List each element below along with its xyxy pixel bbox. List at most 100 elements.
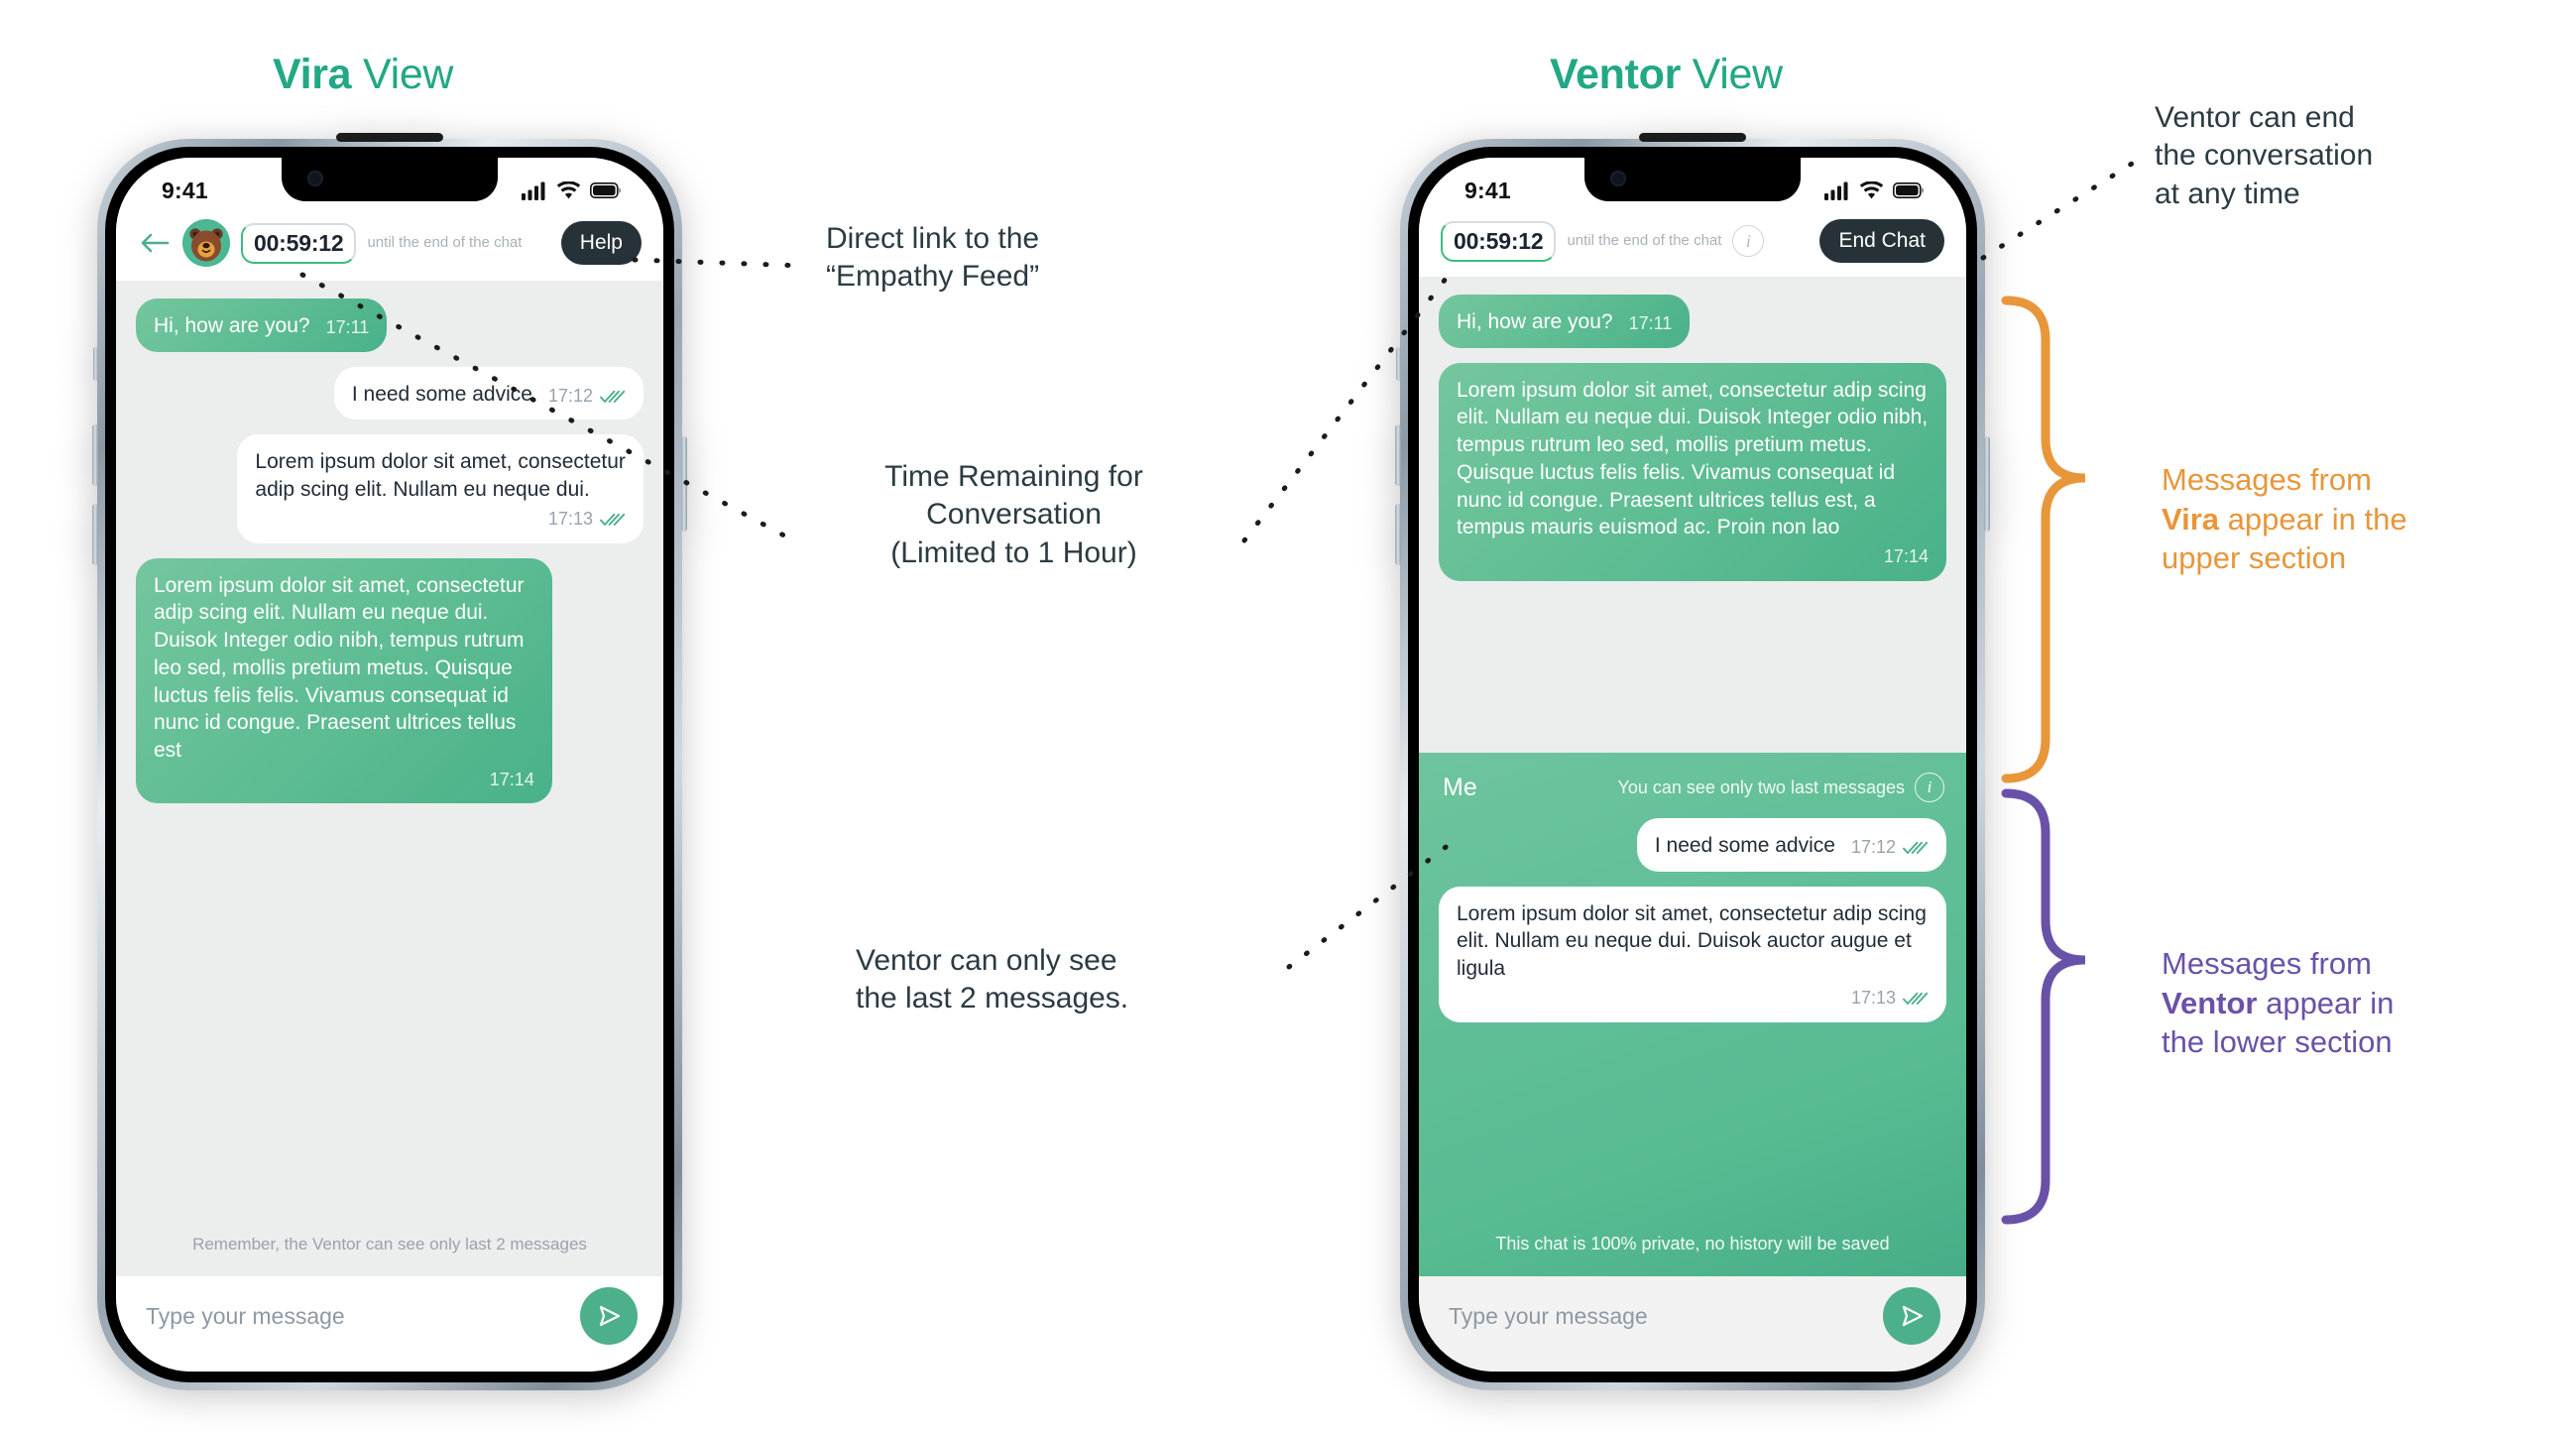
title-ventor-bold: Ventor <box>1550 51 1682 98</box>
page-title-ventor: Ventor View <box>1550 51 1783 99</box>
info-icon[interactable]: i <box>1732 225 1765 257</box>
phone-volume-up-button[interactable] <box>1395 424 1401 486</box>
phone-volume-down-button[interactable] <box>1395 504 1401 565</box>
message-meta: 17:14 <box>1457 545 1929 569</box>
cellular-signal-icon <box>522 181 545 200</box>
message-time: 17:14 <box>489 769 534 789</box>
message-text: I need some advice <box>1654 834 1835 857</box>
send-icon[interactable] <box>580 1287 638 1345</box>
chat-upper-section-vira-messages: Hi, how are you? 17:11 Lorem ipsum dolor… <box>1419 277 1966 753</box>
message-text: Lorem ipsum dolor sit amet, consectetur … <box>154 573 525 762</box>
message-meta: 17:13 <box>1457 987 1929 1011</box>
phone-speaker <box>336 133 443 142</box>
phone-screen-ventor: 9:41 00:59:12 until the end of the chat … <box>1419 158 1966 1372</box>
message-time: 17:13 <box>1850 987 1896 1008</box>
wifi-icon <box>1859 180 1884 198</box>
message-bubble: Lorem ipsum dolor sit amet, consectetur … <box>237 434 644 543</box>
message-input[interactable]: Type your message <box>1449 1303 1871 1330</box>
phone-volume-down-button[interactable] <box>92 504 98 565</box>
bear-avatar[interactable] <box>182 219 230 267</box>
message-meta: 17:11 <box>326 316 370 340</box>
read-receipt-double-check-icon <box>1903 992 1929 1006</box>
info-icon[interactable]: i <box>1915 773 1944 802</box>
message-bubble: Lorem ipsum dolor sit amet, consectetur … <box>136 557 552 804</box>
front-camera-icon <box>1610 171 1626 186</box>
chat-footer-note: Remember, the Ventor can see only last 2… <box>192 1235 587 1253</box>
send-icon[interactable] <box>1883 1287 1940 1345</box>
me-section-header: Me You can see only two last messages i <box>1439 767 1946 818</box>
title-ventor-rest: View <box>1681 51 1784 98</box>
message-text: Hi, how are you? <box>1457 310 1613 333</box>
brace-lower-section <box>2001 788 2086 1225</box>
chat-lower-section-ventor-messages: Me You can see only two last messages i … <box>1419 753 1966 1276</box>
phone-mute-switch[interactable] <box>93 347 98 381</box>
phone-speaker <box>1639 133 1746 142</box>
privacy-footer-note: This chat is 100% private, no history wi… <box>1495 1234 1890 1253</box>
message-time: 17:14 <box>1883 546 1929 567</box>
message-time: 17:12 <box>1850 836 1896 857</box>
annotation-last-two-messages: Ventor can only see the last 2 messages. <box>856 944 1129 1015</box>
message-time: 17:11 <box>1628 312 1673 333</box>
message-meta: 17:13 <box>255 508 626 532</box>
phone-notch <box>282 158 498 201</box>
back-arrow-icon[interactable] <box>138 226 172 260</box>
read-receipt-double-check-icon <box>600 513 626 527</box>
message-bubble: Hi, how are you? 17:11 <box>136 298 388 352</box>
phone-power-button[interactable] <box>681 436 687 532</box>
phone-power-button[interactable] <box>1984 436 1990 532</box>
phone-bezel: 9:41 00:59:12 until the end of the chat … <box>1408 147 1977 1382</box>
message-text: Lorem ipsum dolor sit amet, consectetur … <box>1457 901 1927 981</box>
phone-ventor-view: 9:41 00:59:12 until the end of the chat … <box>1395 133 1990 1390</box>
message-bubble: I need some advice 17:12 <box>1636 818 1946 872</box>
battery-icon <box>590 182 621 198</box>
phone-volume-up-button[interactable] <box>92 424 98 486</box>
end-chat-button[interactable]: End Chat <box>1819 219 1944 263</box>
message-text: Lorem ipsum dolor sit amet, consectetur … <box>1457 378 1929 539</box>
chat-header-ventor: 00:59:12 until the end of the chat i End… <box>1419 213 1966 277</box>
message-time: 17:13 <box>547 508 593 529</box>
annotation-time-remaining: Time Remaining for Conversation (Limited… <box>884 460 1143 569</box>
status-icons <box>1824 180 1925 200</box>
me-visibility-hint: You can see only two last messages <box>1617 776 1905 797</box>
annotation-lower-bold: Ventor <box>2162 985 2258 1020</box>
phone-mute-switch[interactable] <box>1396 347 1401 381</box>
timer-pill: 00:59:12 <box>241 222 357 264</box>
status-time: 9:41 <box>1464 177 1511 203</box>
page-title-vira: Vira View <box>273 51 453 99</box>
help-button[interactable]: Help <box>560 221 642 265</box>
read-receipt-double-check-icon <box>1903 841 1929 855</box>
message-time: 17:11 <box>325 316 370 337</box>
message-time: 17:12 <box>547 385 593 406</box>
message-meta: 17:12 <box>548 385 626 409</box>
front-camera-icon <box>307 171 323 186</box>
phone-screen-vira: 9:41 00:59:12 until the end of the chat … <box>116 158 663 1372</box>
chat-header-vira: 00:59:12 until the end of the chat Help <box>116 213 663 281</box>
message-bubble: I need some advice 17:12 <box>333 366 644 420</box>
annotation-empathy-feed: Direct link to the “Empathy Feed” <box>826 222 1040 294</box>
phone-bezel: 9:41 00:59:12 until the end of the chat … <box>105 147 674 1382</box>
read-receipt-double-check-icon <box>600 390 626 404</box>
message-bubble: Lorem ipsum dolor sit amet, consectetur … <box>1439 362 1946 581</box>
message-text: Hi, how are you? <box>154 314 310 337</box>
message-input[interactable]: Type your message <box>146 1303 568 1330</box>
message-input-bar: Type your message <box>116 1276 663 1372</box>
chat-message-list-vira: Hi, how are you? 17:11 I need some advic… <box>116 281 663 1276</box>
message-meta: 17:11 <box>1629 312 1673 336</box>
message-bubble: Hi, how are you? 17:11 <box>1439 295 1691 348</box>
wifi-icon <box>556 180 581 198</box>
timer-pill: 00:59:12 <box>1441 220 1557 262</box>
message-input-bar: Type your message <box>1419 1276 1966 1372</box>
timer-caption: until the end of the chat <box>367 233 523 251</box>
message-text: I need some advice <box>351 382 532 406</box>
annotation-upper-section: Messages from Vira appear in the upper s… <box>2162 460 2407 578</box>
title-vira-bold: Vira <box>273 51 352 98</box>
brace-upper-section <box>2001 296 2086 783</box>
title-vira-rest: View <box>351 51 454 98</box>
message-meta: 17:14 <box>154 769 534 792</box>
status-icons <box>522 180 622 200</box>
message-bubble: Lorem ipsum dolor sit amet, consectetur … <box>1439 886 1946 1022</box>
message-meta: 17:12 <box>1851 836 1929 860</box>
status-time: 9:41 <box>162 177 208 203</box>
annotation-lower-prefix: Messages from <box>2162 946 2372 981</box>
timer-caption: until the end of the chat <box>1567 231 1722 249</box>
